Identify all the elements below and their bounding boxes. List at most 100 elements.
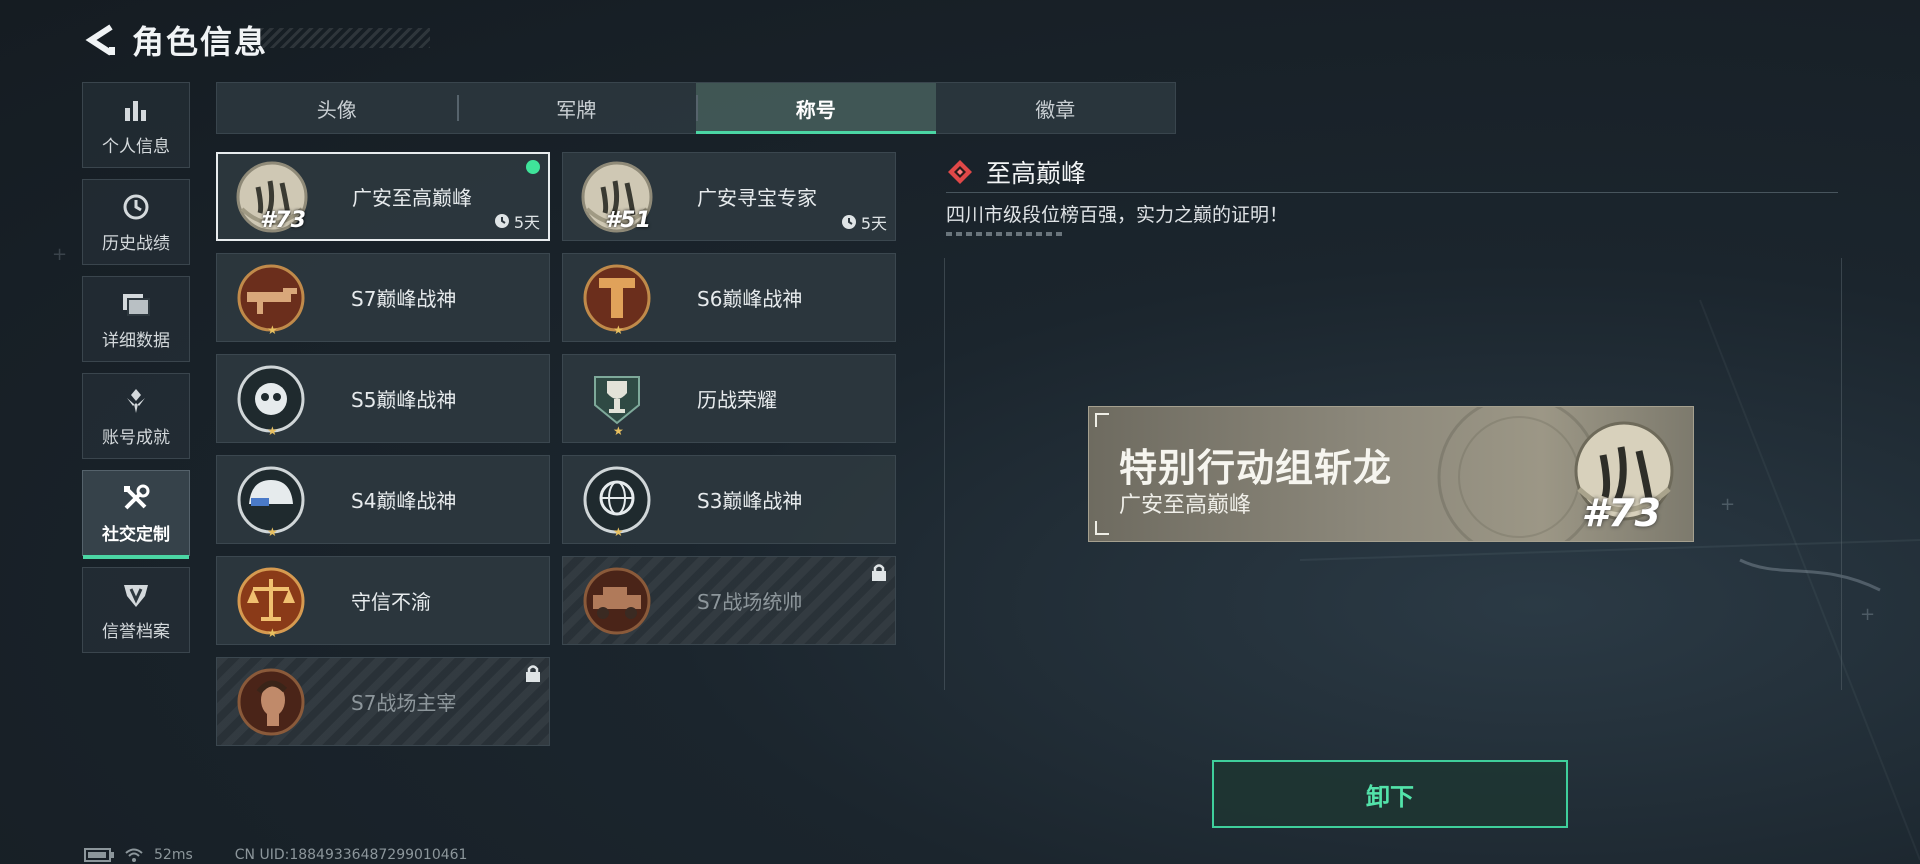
rifle-emblem-icon: ★ (231, 258, 311, 338)
sidebar-item-label: 信誉档案 (102, 621, 170, 642)
svg-text:★: ★ (613, 323, 624, 337)
title-grid: #73 广安至高巅峰 5天 #51 广安寻宝专家 5天 ★ S7巅峰战神 ★ S… (216, 152, 900, 746)
t-shield-emblem-icon: ★ (577, 258, 657, 338)
frame-corner (1095, 413, 1109, 427)
achievement-icon (120, 385, 152, 417)
sidebar-item-label: 社交定制 (102, 524, 170, 545)
title-card[interactable]: ★ 守信不渝 (216, 556, 550, 645)
back-button[interactable] (80, 18, 124, 62)
helmet-emblem-icon: ★ (231, 460, 311, 540)
unequip-button[interactable]: 卸下 (1212, 760, 1568, 828)
sidebar-item-credit-record[interactable]: 信誉档案 (82, 567, 190, 653)
title-card[interactable]: S7战场统帅 (562, 556, 896, 645)
title-card[interactable]: ★ 历战荣耀 (562, 354, 896, 443)
bar-chart-icon (120, 94, 152, 126)
portrait-emblem-icon (231, 662, 311, 742)
wifi-icon (125, 848, 143, 862)
tab-dog-tag[interactable]: 军牌 (456, 83, 697, 133)
title-name: 历战荣耀 (697, 388, 777, 412)
page-header: 角色信息 (80, 14, 268, 66)
vehicle-emblem-icon (577, 561, 657, 641)
credit-shield-icon (120, 579, 152, 611)
title-card[interactable]: #51 广安寻宝专家 5天 (562, 152, 896, 241)
svg-text:★: ★ (267, 626, 278, 640)
timer-text: 5天 (860, 214, 887, 233)
skull-emblem-icon: ★ (231, 359, 311, 439)
detail-description: 四川市级段位榜百强，实力之巅的证明！ (946, 204, 1289, 226)
title-name: 守信不渝 (351, 590, 431, 614)
sidebar-item-label: 个人信息 (102, 136, 170, 157)
nameplate-preview: 特别行动组斩龙 广安至高巅峰 #73 (1088, 406, 1694, 542)
frame-corner (1095, 521, 1109, 535)
tools-icon (120, 482, 152, 514)
svg-text:★: ★ (613, 424, 624, 438)
sidebar-item-achievements[interactable]: 账号成就 (82, 373, 190, 459)
title-card[interactable]: ★ S6巅峰战神 (562, 253, 896, 342)
globe-emblem-icon: ★ (577, 460, 657, 540)
scales-emblem-icon: ★ (231, 561, 311, 641)
title-name: S5巅峰战神 (351, 388, 457, 412)
title-name: S7战场主宰 (351, 691, 457, 715)
svg-text:★: ★ (267, 424, 278, 438)
folder-icon (120, 288, 152, 320)
sidebar: 个人信息 历史战绩 详细数据 账号成就 社交定制 信誉档案 (82, 82, 192, 664)
svg-text:★: ★ (267, 525, 278, 539)
rank-label: #73 (260, 207, 306, 233)
tab-badge[interactable]: 徽章 (936, 83, 1176, 133)
sidebar-item-label: 详细数据 (102, 330, 170, 351)
title-name: S7战场统帅 (697, 590, 803, 614)
sichuan-seal-icon: #51 (577, 157, 657, 237)
title-card[interactable]: ★ S5巅峰战神 (216, 354, 550, 443)
trophy-emblem-icon: ★ (577, 359, 657, 439)
nameplate-rank: #73 (1581, 491, 1661, 535)
expiry-timer: 5天 (494, 209, 540, 233)
timer-text: 5天 (513, 213, 540, 232)
nameplate-title: 广安至高巅峰 (1119, 493, 1252, 518)
sidebar-item-label: 账号成就 (102, 427, 170, 448)
sidebar-item-detailed-data[interactable]: 详细数据 (82, 276, 190, 362)
back-arrow-icon (85, 24, 115, 56)
sidebar-item-social-customization[interactable]: 社交定制 (82, 470, 190, 559)
sidebar-item-personal-info[interactable]: 个人信息 (82, 82, 190, 168)
battery-icon (84, 848, 114, 862)
sidebar-item-match-history[interactable]: 历史战绩 (82, 179, 190, 265)
svg-text:+: + (1860, 604, 1875, 625)
title-name: 广安寻宝专家 (697, 186, 817, 210)
svg-text:+: + (52, 244, 67, 265)
title-card[interactable]: ★ S4巅峰战神 (216, 455, 550, 544)
title-name: S3巅峰战神 (697, 489, 803, 513)
rank-label: #51 (605, 207, 651, 233)
sichuan-seal-icon: #73 (232, 157, 312, 237)
ping-text: 52ms (154, 847, 193, 863)
nameplate-player-name: 特别行动组斩龙 (1119, 446, 1393, 490)
description-decoration (946, 232, 1066, 236)
detail-header: 至高巅峰 (946, 152, 1838, 193)
page-title: 角色信息 (132, 23, 269, 61)
title-card[interactable]: #73 广安至高巅峰 5天 (216, 152, 550, 241)
tab-avatar[interactable]: 头像 (217, 83, 457, 133)
uid-text: CN UID:1884933648729901046​1 (234, 847, 468, 863)
tab-bar: 头像 军牌 称号 徽章 (216, 82, 1176, 134)
title-name: S6巅峰战神 (697, 287, 803, 311)
title-card[interactable]: ★ S7巅峰战神 (216, 253, 550, 342)
clock-icon (841, 215, 856, 229)
title-name: 广安至高巅峰 (352, 186, 472, 210)
lock-icon (871, 563, 887, 585)
title-name: S4巅峰战神 (351, 489, 457, 513)
title-card[interactable]: ★ S3巅峰战神 (562, 455, 896, 544)
title-name: S7巅峰战神 (351, 287, 457, 311)
diamond-icon (948, 160, 972, 184)
svg-text:★: ★ (613, 525, 624, 539)
title-decoration (260, 28, 430, 48)
clock-icon (494, 214, 509, 228)
sidebar-item-label: 历史战绩 (102, 233, 170, 254)
history-clock-icon (120, 191, 152, 223)
status-bar: 52ms CN UID:1884933648729901046​1 (84, 846, 467, 864)
expiry-timer: 5天 (841, 210, 887, 234)
title-card[interactable]: S7战场主宰 (216, 657, 550, 746)
lock-icon (525, 664, 541, 686)
tab-title[interactable]: 称号 (696, 83, 936, 134)
svg-text:★: ★ (267, 323, 278, 337)
equipped-indicator (526, 160, 540, 174)
detail-title: 至高巅峰 (986, 159, 1087, 188)
